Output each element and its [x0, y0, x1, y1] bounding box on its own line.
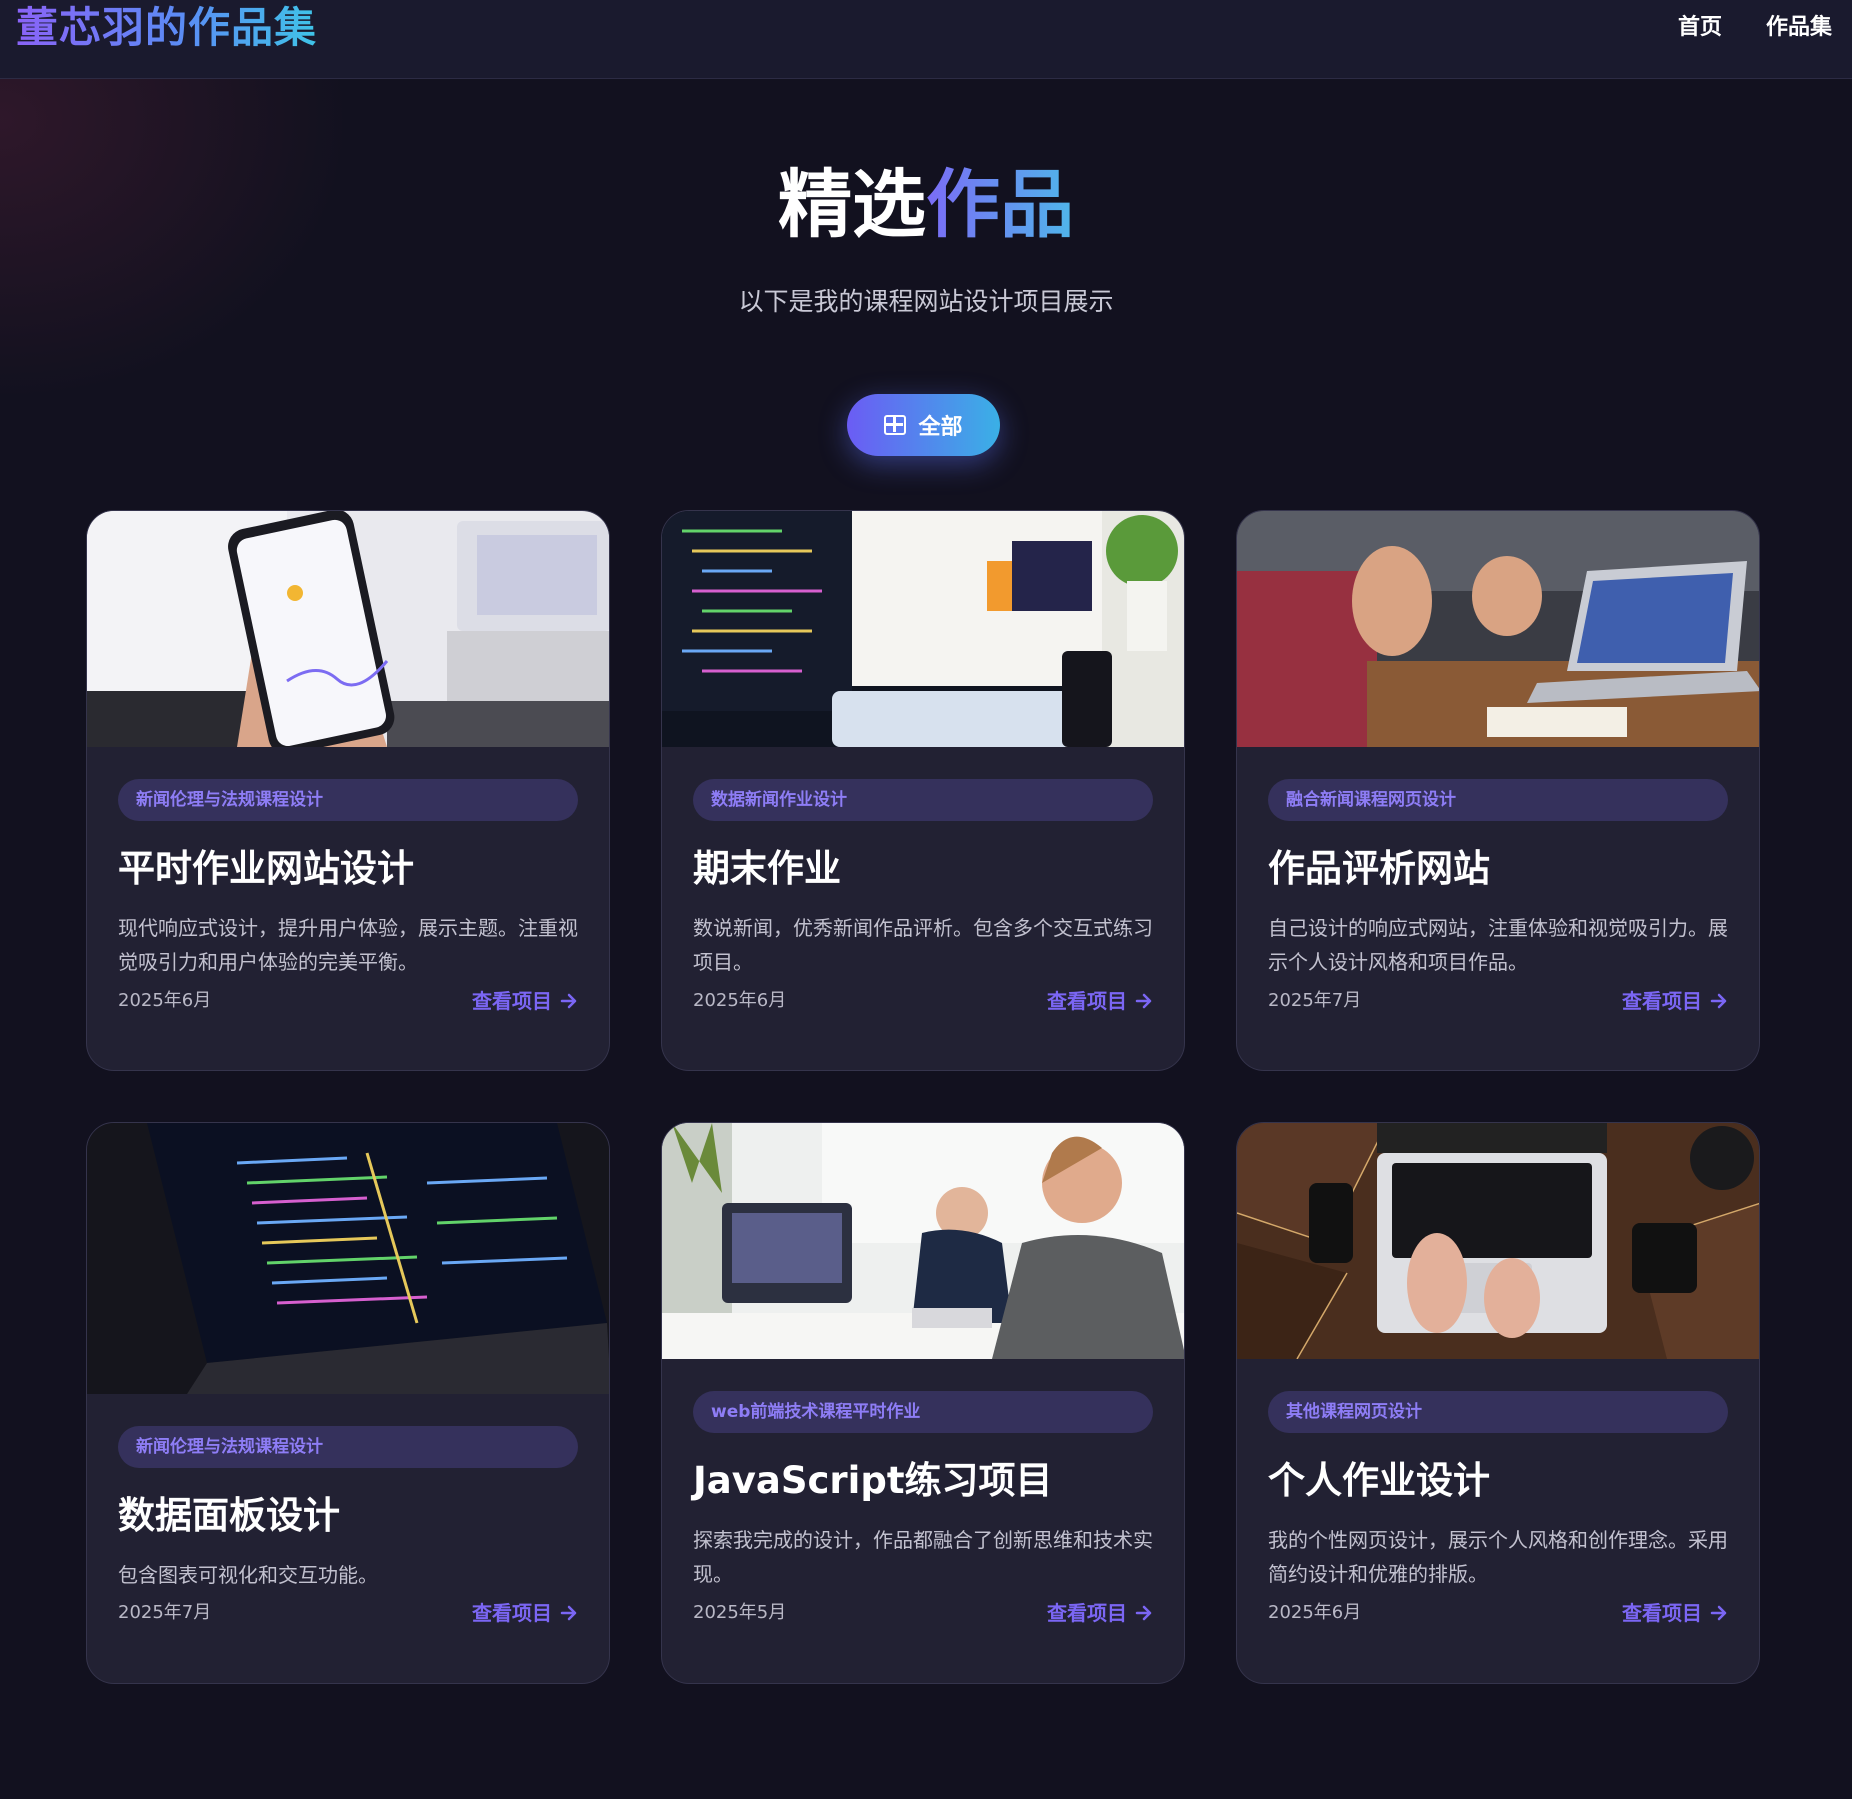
nav-links: 首页 作品集 — [1678, 10, 1832, 46]
project-title: 平时作业网站设计 — [118, 847, 414, 890]
project-description: 探索我完成的设计，作品都融合了创新思维和技术实现。 — [693, 1528, 1153, 1586]
project-card[interactable]: 其他课程网页设计 个人作业设计 我的个性网页设计，展示个人风格和创作理念。采用简… — [1236, 1122, 1760, 1684]
project-tag: 新闻伦理与法规课程设计 — [118, 779, 578, 821]
arrow-right-icon — [1710, 1605, 1727, 1621]
project-title: 期末作业 — [693, 847, 841, 890]
arrow-right-icon — [560, 1605, 577, 1621]
project-title: JavaScript练习项目 — [693, 1459, 1053, 1502]
page-subtitle: 以下是我的课程网站设计项目展示 — [738, 287, 1114, 316]
project-tag: 数据新闻作业设计 — [693, 779, 1153, 821]
project-date: 2025年7月 — [1268, 990, 1362, 1011]
project-card[interactable]: 新闻伦理与法规课程设计 数据面板设计 包含图表可视化和交互功能。 2025年7月… — [86, 1122, 610, 1684]
project-image-meeting-laptop — [1237, 511, 1759, 747]
project-image-typing-laptop-desk — [1237, 1123, 1759, 1359]
view-project-link[interactable]: 查看项目 — [1622, 1599, 1728, 1627]
card-body: 数据新闻作业设计 期末作业 数说新闻，优秀新闻作品评析。包含多个交互式练习项目。… — [693, 779, 1153, 1059]
project-description: 我的个性网页设计，展示个人风格和创作理念。采用简约设计和优雅的排版。 — [1268, 1528, 1728, 1586]
card-body: web前端技术课程平时作业 JavaScript练习项目 探索我完成的设计，作品… — [693, 1391, 1153, 1671]
project-card[interactable]: 新闻伦理与法规课程设计 平时作业网站设计 现代响应式设计，提升用户体验，展示主题… — [86, 510, 610, 1071]
filter-all-button[interactable]: 全部 — [847, 394, 1000, 456]
project-description: 数说新闻，优秀新闻作品评析。包含多个交互式练习项目。 — [693, 916, 1153, 974]
project-description: 包含图表可视化和交互功能。 — [118, 1563, 378, 1587]
project-date: 2025年7月 — [118, 1602, 212, 1623]
view-project-label: 查看项目 — [1047, 1601, 1127, 1625]
card-body: 新闻伦理与法规课程设计 数据面板设计 包含图表可视化和交互功能。 2025年7月… — [118, 1426, 578, 1671]
view-project-link[interactable]: 查看项目 — [472, 987, 578, 1015]
top-nav: 董芯羽的作品集 首页 作品集 — [0, 0, 1852, 79]
project-card[interactable]: 融合新闻课程网页设计 作品评析网站 自己设计的响应式网站，注重体验和视觉吸引力。… — [1236, 510, 1760, 1071]
filter-all-label: 全部 — [918, 415, 963, 440]
project-tag: 融合新闻课程网页设计 — [1268, 779, 1728, 821]
project-date: 2025年6月 — [1268, 1602, 1362, 1623]
card-body: 其他课程网页设计 个人作业设计 我的个性网页设计，展示个人风格和创作理念。采用简… — [1268, 1391, 1728, 1671]
view-project-link[interactable]: 查看项目 — [1047, 1599, 1153, 1627]
page-title-highlight: 作品 — [926, 162, 1074, 248]
grid-icon — [884, 415, 907, 435]
project-tag: web前端技术课程平时作业 — [693, 1391, 1153, 1433]
project-date: 2025年6月 — [693, 990, 787, 1011]
page-title: 精选作品 — [0, 160, 1852, 250]
project-card[interactable]: 数据新闻作业设计 期末作业 数说新闻，优秀新闻作品评析。包含多个交互式练习项目。… — [661, 510, 1185, 1071]
project-image-laptop-code-dark — [87, 1123, 609, 1394]
arrow-right-icon — [1710, 993, 1727, 1009]
project-image-phone-dashboard — [87, 511, 609, 747]
project-tag: 新闻伦理与法规课程设计 — [118, 1426, 578, 1468]
project-card[interactable]: web前端技术课程平时作业 JavaScript练习项目 探索我完成的设计，作品… — [661, 1122, 1185, 1684]
project-image-office-developers — [662, 1123, 1184, 1359]
project-title: 数据面板设计 — [118, 1494, 340, 1537]
brand-logo[interactable]: 董芯羽的作品集 — [16, 2, 317, 54]
project-title: 作品评析网站 — [1268, 847, 1490, 890]
view-project-label: 查看项目 — [472, 989, 552, 1013]
arrow-right-icon — [1135, 1605, 1152, 1621]
project-date: 2025年6月 — [118, 990, 212, 1011]
project-tag: 其他课程网页设计 — [1268, 1391, 1728, 1433]
nav-link-portfolio[interactable]: 作品集 — [1766, 10, 1832, 46]
arrow-right-icon — [1135, 993, 1152, 1009]
nav-link-home[interactable]: 首页 — [1678, 10, 1722, 46]
page-title-plain: 精选 — [778, 162, 926, 248]
view-project-label: 查看项目 — [1622, 989, 1702, 1013]
project-title: 个人作业设计 — [1268, 1459, 1490, 1502]
view-project-link[interactable]: 查看项目 — [472, 1599, 578, 1627]
project-date: 2025年5月 — [693, 1602, 787, 1623]
view-project-label: 查看项目 — [472, 1601, 552, 1625]
card-body: 融合新闻课程网页设计 作品评析网站 自己设计的响应式网站，注重体验和视觉吸引力。… — [1268, 779, 1728, 1059]
card-body: 新闻伦理与法规课程设计 平时作业网站设计 现代响应式设计，提升用户体验，展示主题… — [118, 779, 578, 1059]
view-project-label: 查看项目 — [1622, 1601, 1702, 1625]
view-project-link[interactable]: 查看项目 — [1622, 987, 1728, 1015]
view-project-label: 查看项目 — [1047, 989, 1127, 1013]
view-project-link[interactable]: 查看项目 — [1047, 987, 1153, 1015]
project-description: 自己设计的响应式网站，注重体验和视觉吸引力。展示个人设计风格和项目作品。 — [1268, 916, 1728, 974]
arrow-right-icon — [560, 993, 577, 1009]
project-image-code-landing — [662, 511, 1184, 747]
project-description: 现代响应式设计，提升用户体验，展示主题。注重视觉吸引力和用户体验的完美平衡。 — [118, 916, 578, 974]
